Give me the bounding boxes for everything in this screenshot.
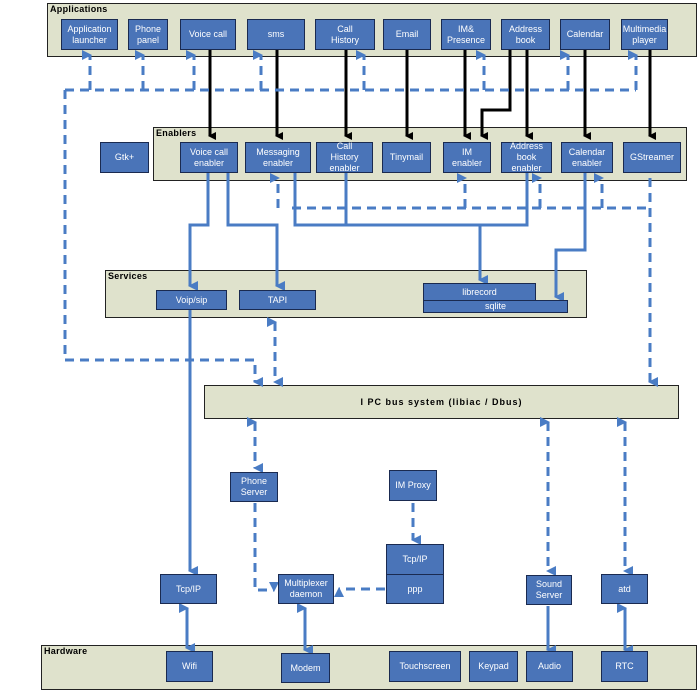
connectors	[63, 49, 658, 655]
hw-audio: Audio	[526, 651, 573, 682]
phone-server: Phone Server	[230, 472, 278, 502]
app-application-launcher: Application launcher	[61, 19, 118, 50]
black-arrows	[208, 49, 656, 140]
hw-touchscreen: Touchscreen	[389, 651, 461, 682]
service-sqlite: sqlite	[423, 300, 568, 313]
im-proxy: IM Proxy	[389, 470, 437, 501]
enabler-call-history: Call History enabler	[316, 141, 373, 173]
app-address-book: Address book	[501, 19, 550, 50]
enabler-tinymail: Tinymail	[382, 142, 431, 173]
app-multimedia-player: Multimedia player	[621, 19, 668, 50]
hw-wifi: Wifi	[166, 651, 213, 682]
service-librecord: librecord	[423, 283, 536, 301]
enabler-address-book: Address book enabler	[501, 141, 552, 173]
dashed-arrows	[63, 50, 658, 597]
multiplexer-daemon: Multiplexer daemon	[278, 574, 334, 604]
app-voice-call: Voice call	[180, 19, 236, 50]
app-im-presence: IM& Presence	[441, 19, 491, 50]
service-voip-sip: Voip/sip	[156, 290, 227, 310]
hw-keypad: Keypad	[469, 651, 518, 682]
service-tapi: TAPI	[239, 290, 316, 310]
sound-server: Sound Server	[526, 575, 572, 605]
architecture-diagram: Applications Enablers Services I PC bus …	[0, 0, 697, 690]
enabler-gstreamer: GStreamer	[623, 142, 681, 173]
app-sms: sms	[247, 19, 305, 50]
hw-modem: Modem	[281, 653, 330, 683]
ppp: ppp	[386, 574, 444, 604]
gtk-box: Gtk+	[100, 142, 149, 173]
app-call-history: Call History	[315, 19, 375, 50]
app-email: Email	[383, 19, 431, 50]
tcpip-stack: Tcp/IP	[386, 544, 444, 575]
hw-rtc: RTC	[601, 651, 648, 682]
enabler-calendar: Calendar enabler	[561, 142, 613, 173]
app-calendar: Calendar	[560, 19, 610, 50]
enabler-voice-call: Voice call enabler	[180, 142, 238, 173]
tcpip-wifi: Tcp/IP	[160, 574, 217, 604]
enabler-messaging: Messaging enabler	[245, 142, 311, 173]
app-phone-panel: Phone panel	[128, 19, 168, 50]
enabler-im: IM enabler	[443, 142, 491, 173]
atd: atd	[601, 574, 648, 604]
